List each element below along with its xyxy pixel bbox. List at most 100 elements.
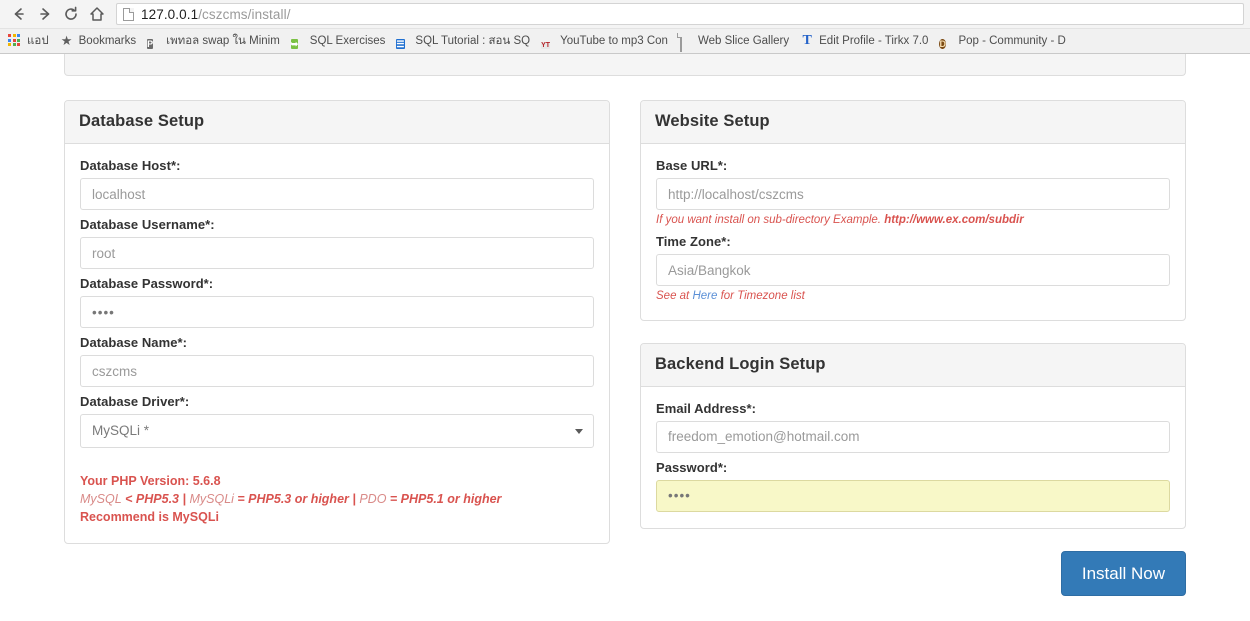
star-icon: ★ <box>60 33 73 48</box>
bookmark-web-slice-gallery[interactable]: Web Slice Gallery <box>675 31 796 52</box>
database-name-input[interactable] <box>80 355 594 387</box>
compat-mysqli-req: = PHP5.3 or higher | <box>233 492 360 506</box>
scrolled-off-panel <box>64 54 1186 76</box>
database-host-field: Database Host*: <box>80 158 594 210</box>
sql-tutorial-favicon-icon: ☰ <box>396 39 405 49</box>
compat-mysqli: MySQLi <box>189 492 234 506</box>
php-compatibility-note: MySQL < PHP5.3 | MySQLi = PHP5.3 or high… <box>80 491 594 507</box>
database-setup-panel: Database Setup Database Host*: Database … <box>64 100 610 545</box>
timezone-field: Time Zone*: See at Here for Timezone lis… <box>656 234 1170 303</box>
base-url-field: Base URL*: If you want install on sub-di… <box>656 158 1170 227</box>
database-host-label: Database Host*: <box>80 158 181 173</box>
database-password-label: Database Password*: <box>80 276 214 291</box>
bookmark-label: Edit Profile - Tirkx 7.0 <box>819 35 929 47</box>
address-bar-url: 127.0.0.1/cszcms/install/ <box>141 7 291 22</box>
browser-toolbar: 127.0.0.1/cszcms/install/ <box>0 0 1250 28</box>
form-actions: Install Now <box>640 550 1186 596</box>
bookmark-label: Pop - Community - D <box>958 35 1066 47</box>
left-column: Database Setup Database Host*: Database … <box>64 100 610 596</box>
bookmark-label: แอป <box>27 35 49 47</box>
address-bar[interactable]: 127.0.0.1/cszcms/install/ <box>116 3 1244 25</box>
website-setup-panel: Website Setup Base URL*: If you want ins… <box>640 100 1186 321</box>
database-username-input[interactable] <box>80 237 594 269</box>
base-url-label: Base URL*: <box>656 158 728 173</box>
timezone-help-suffix: for Timezone list <box>717 290 805 303</box>
timezone-label: Time Zone*: <box>656 234 731 250</box>
bookmark-bookmarks[interactable]: ★ Bookmarks <box>56 31 144 52</box>
email-address-input[interactable] <box>656 420 1170 453</box>
base-url-help: If you want install on sub-directory Exa… <box>656 213 1170 227</box>
website-setup-title: Website Setup <box>655 112 770 130</box>
database-host-input[interactable] <box>80 178 594 210</box>
database-driver-select[interactable]: MySQLi * <box>80 414 594 448</box>
address-bar-host: 127.0.0.1 <box>141 6 199 22</box>
backend-login-setup-body: Email Address*: Password*: <box>641 387 1185 528</box>
timezone-help-link[interactable]: Here <box>692 290 717 302</box>
database-setup-title: Database Setup <box>79 112 205 130</box>
bookmark-youtube-mp3[interactable]: YT YouTube to mp3 Con <box>537 31 675 52</box>
database-name-field: Database Name*: <box>80 335 594 387</box>
bookmark-edit-profile-tirkx[interactable]: T Edit Profile - Tirkx 7.0 <box>796 31 935 52</box>
page-viewport: Database Setup Database Host*: Database … <box>0 54 1250 620</box>
p-favicon-icon: P <box>147 39 154 49</box>
database-driver-select-wrap: MySQLi * <box>80 414 594 448</box>
database-driver-field: Database Driver*: MySQLi * <box>80 394 594 448</box>
bookmark-pop-community[interactable]: D Pop - Community - D <box>935 31 1072 52</box>
php-version-note: Your PHP Version: 5.6.8 <box>80 474 221 488</box>
database-setup-header: Database Setup <box>65 101 609 144</box>
database-password-input[interactable] <box>80 296 594 328</box>
database-password-field: Database Password*: <box>80 276 594 328</box>
base-url-help-prefix: If you want install on sub-directory Exa… <box>656 214 885 226</box>
bookmark-swap-minim[interactable]: P เพทอล swap ใน Minim <box>143 31 287 52</box>
backend-login-setup-header: Backend Login Setup <box>641 343 1185 387</box>
browser-chrome: 127.0.0.1/cszcms/install/ แอป ★ Bookmark… <box>0 0 1250 54</box>
pop-community-favicon-icon: D <box>939 39 946 49</box>
php-version-notes: Your PHP Version: 5.6.8 MySQL < PHP5.3 |… <box>80 474 594 524</box>
backend-login-setup-panel: Backend Login Setup Email Address*: Pass… <box>640 342 1186 529</box>
website-setup-body: Base URL*: If you want install on sub-di… <box>641 144 1185 320</box>
tirkx-favicon-icon: T <box>802 33 812 48</box>
page-container: Database Setup Database Host*: Database … <box>40 54 1210 596</box>
page-icon <box>123 7 134 21</box>
youtube-mp3-favicon-icon: YT <box>541 42 551 49</box>
timezone-help-prefix: See at <box>656 290 693 303</box>
compat-mysql: MySQL <box>80 492 122 506</box>
sql-exercises-favicon-icon: ➥ <box>290 39 299 49</box>
email-address-label: Email Address*: <box>656 400 756 416</box>
bookmark-apps[interactable]: แอป <box>4 31 56 52</box>
install-now-button[interactable]: Install Now <box>1060 550 1186 596</box>
backend-password-input[interactable] <box>656 479 1170 512</box>
base-url-help-example: http://www.ex.com/subdir <box>884 214 1024 226</box>
bookmark-label: เพทอล swap ใน Minim <box>166 35 280 47</box>
backend-password-field: Password*: <box>656 460 1170 512</box>
bookmark-label: SQL Exercises <box>309 35 386 47</box>
database-name-label: Database Name*: <box>80 335 187 350</box>
database-driver-label: Database Driver*: <box>80 394 190 409</box>
email-address-field: Email Address*: <box>656 401 1170 453</box>
database-setup-body: Database Host*: Database Username*: Data… <box>65 144 609 543</box>
timezone-help: See at Here for Timezone list <box>656 289 1170 303</box>
compat-mysql-req: < PHP5.3 | <box>121 492 190 506</box>
address-bar-path: /cszcms/install/ <box>198 6 291 22</box>
database-username-label: Database Username*: <box>80 217 215 232</box>
website-setup-header: Website Setup <box>641 101 1185 144</box>
bookmark-label: SQL Tutorial : สอน SQ <box>415 35 531 47</box>
setup-columns: Database Setup Database Host*: Database … <box>40 100 1210 596</box>
bookmark-sql-tutorial[interactable]: ☰ SQL Tutorial : สอน SQ <box>392 31 537 52</box>
bookmark-label: YouTube to mp3 Con <box>560 35 668 47</box>
right-column: Website Setup Base URL*: If you want ins… <box>640 100 1186 596</box>
home-icon[interactable] <box>84 1 110 27</box>
bookmark-sql-exercises[interactable]: ➥ SQL Exercises <box>287 31 393 52</box>
bookmark-label: Web Slice Gallery <box>697 35 790 47</box>
backend-password-label: Password*: <box>656 459 728 475</box>
timezone-input[interactable] <box>656 254 1170 287</box>
base-url-input[interactable] <box>656 178 1170 210</box>
database-username-field: Database Username*: <box>80 217 594 269</box>
recommend-note: Recommend is MySQLi <box>80 510 219 525</box>
reload-icon[interactable] <box>58 1 84 27</box>
forward-arrow-icon[interactable] <box>32 1 58 27</box>
backend-login-setup-title: Backend Login Setup <box>655 354 826 373</box>
compat-pdo: PDO <box>359 492 387 506</box>
document-favicon-icon <box>679 33 693 52</box>
back-arrow-icon[interactable] <box>6 1 32 27</box>
